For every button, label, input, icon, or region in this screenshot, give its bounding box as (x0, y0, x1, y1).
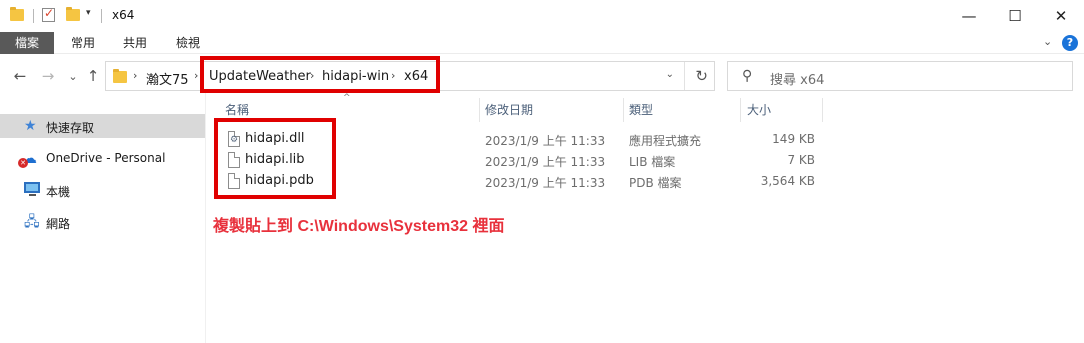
navigation-pane: ★ 快速存取 ☁ ✕ OneDrive - Personal 本機 🖧 網路 (0, 100, 205, 343)
sidebar-item-label: 本機 (46, 185, 71, 199)
forward-button[interactable]: → (37, 64, 59, 88)
divider (101, 9, 102, 23)
window-title: x64 (112, 8, 135, 22)
network-icon: 🖧 (24, 214, 40, 230)
sidebar-item-label: OneDrive - Personal (46, 151, 166, 165)
pane-divider[interactable] (205, 92, 206, 343)
sidebar-item-quick-access[interactable]: ★ 快速存取 (0, 114, 205, 138)
search-placeholder: 搜尋 x64 (770, 73, 825, 88)
close-button[interactable]: ✕ (1038, 0, 1084, 32)
annotation-box-files (214, 118, 336, 199)
tab-file[interactable]: 檔案 (0, 32, 54, 54)
folder-icon (113, 69, 127, 83)
file-date: 2023/1/9 上午 11:33 (485, 134, 606, 148)
column-header-size[interactable]: 大小 (747, 101, 771, 121)
ribbon-expand-icon[interactable]: ⌄ (1043, 35, 1052, 48)
sidebar-item-onedrive[interactable]: ☁ ✕ OneDrive - Personal (0, 146, 205, 170)
breadcrumb-separator[interactable]: › (194, 69, 198, 82)
title-bar: ▾ x64 — ☐ ✕ (0, 0, 1084, 32)
breadcrumb-item[interactable]: 瀚文75 (146, 69, 189, 88)
quick-access-dropdown-icon[interactable]: ▾ (86, 8, 91, 18)
minimize-button[interactable]: — (946, 0, 992, 32)
ribbon-tabs: 檔案 常用 共用 檢視 ⌄ ? (0, 32, 1084, 54)
annotation-text: 複製貼上到 C:\Windows\System32 裡面 (213, 218, 505, 235)
annotation-box-path (200, 56, 440, 93)
breadcrumb-separator[interactable]: › (133, 69, 137, 82)
file-type: LIB 檔案 (629, 155, 676, 169)
sort-ascending-icon: ^ (343, 93, 351, 103)
new-folder-icon[interactable] (66, 7, 80, 21)
properties-icon[interactable] (42, 6, 55, 22)
sidebar-item-label: 快速存取 (46, 121, 95, 135)
file-size: 149 KB (772, 132, 815, 146)
file-date: 2023/1/9 上午 11:33 (485, 155, 606, 169)
sync-error-icon: ✕ (18, 158, 28, 168)
file-date: 2023/1/9 上午 11:33 (485, 176, 606, 190)
this-pc-icon (24, 182, 40, 196)
file-size: 7 KB (787, 153, 815, 167)
address-dropdown-icon[interactable]: ⌄ (666, 69, 674, 80)
file-size: 3,564 KB (760, 174, 815, 188)
divider (33, 9, 34, 23)
help-icon[interactable]: ? (1062, 35, 1078, 51)
column-divider[interactable] (623, 98, 624, 122)
sidebar-item-label: 網路 (46, 217, 71, 231)
tab-home[interactable]: 常用 (58, 32, 108, 54)
maximize-button[interactable]: ☐ (992, 0, 1038, 32)
column-divider[interactable] (740, 98, 741, 122)
file-type: PDB 檔案 (629, 176, 682, 190)
column-header-date[interactable]: 修改日期 (485, 101, 533, 121)
recent-locations-button[interactable]: ⌄ (62, 64, 84, 88)
back-button[interactable]: ← (9, 64, 31, 88)
divider (684, 62, 685, 90)
search-input[interactable]: ⚲ 搜尋 x64 (727, 61, 1073, 91)
refresh-icon[interactable]: ↻ (695, 67, 708, 85)
star-icon: ★ (24, 118, 37, 134)
column-header-type[interactable]: 類型 (629, 101, 653, 121)
sidebar-item-this-pc[interactable]: 本機 (0, 178, 205, 202)
column-divider[interactable] (822, 98, 823, 122)
column-divider[interactable] (479, 98, 480, 122)
tab-share[interactable]: 共用 (110, 32, 160, 54)
file-type: 應用程式擴充 (629, 134, 702, 148)
sidebar-item-network[interactable]: 🖧 網路 (0, 210, 205, 234)
tab-view[interactable]: 檢視 (163, 32, 213, 54)
folder-icon (10, 7, 24, 21)
up-button[interactable]: ↑ (82, 64, 104, 88)
search-icon: ⚲ (742, 68, 753, 84)
